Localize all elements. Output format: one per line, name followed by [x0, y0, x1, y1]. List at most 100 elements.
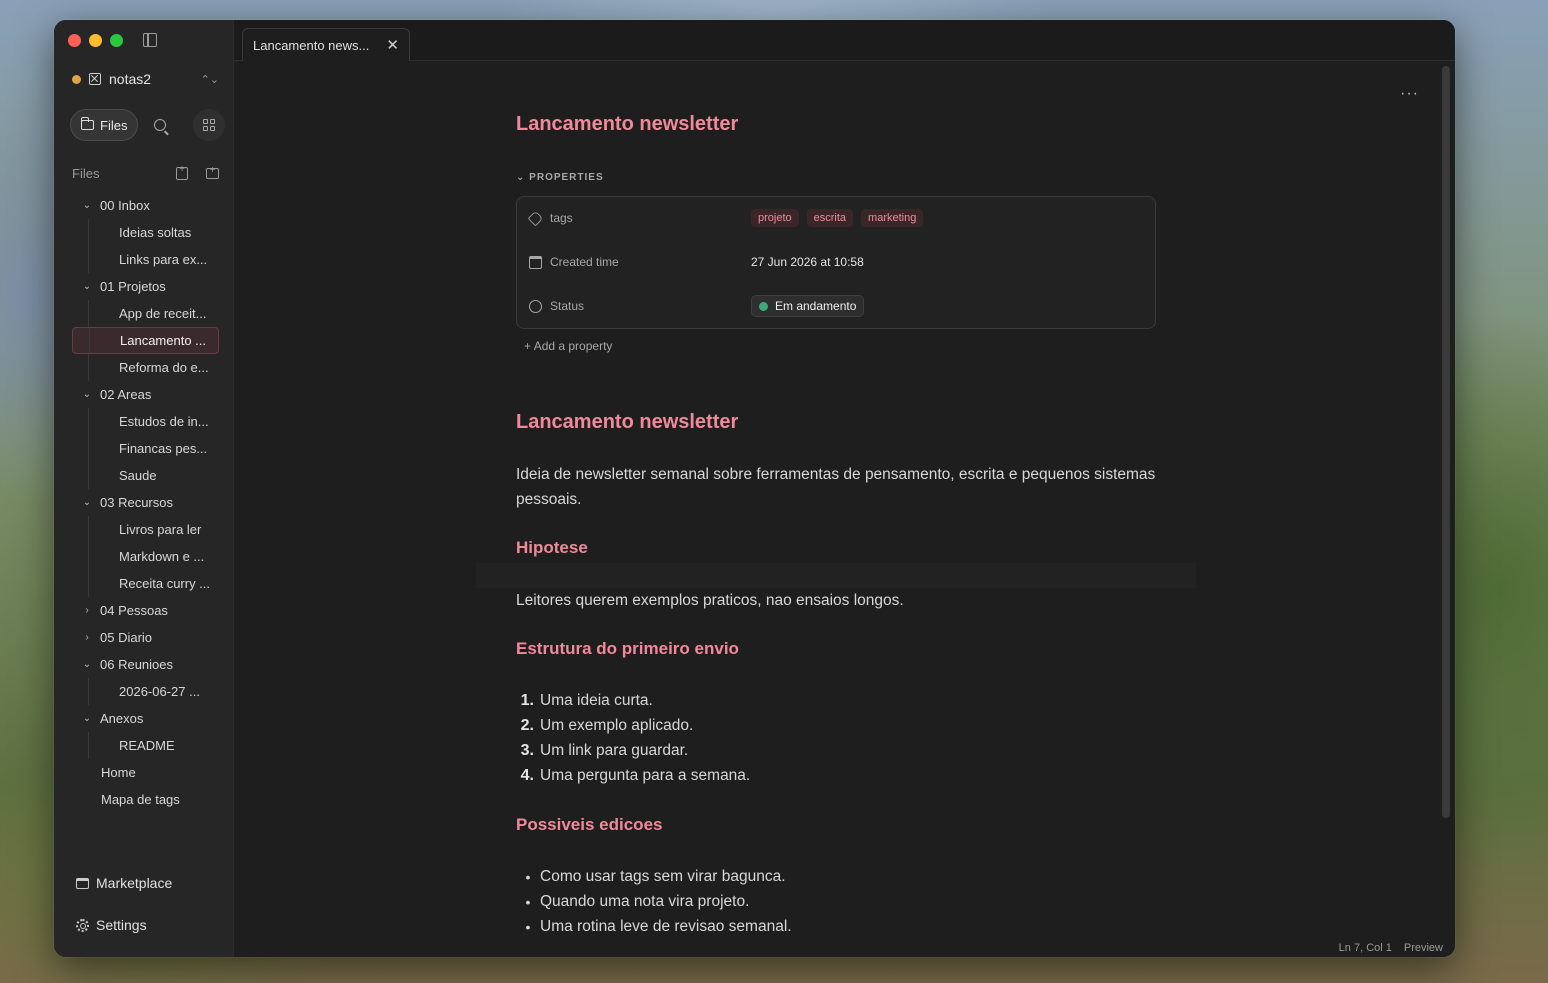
chevron-down-icon: ⌄ — [82, 389, 92, 400]
tree-file[interactable]: Saude — [72, 462, 219, 489]
property-value-created[interactable]: 27 Jun 2026 at 10:58 — [751, 255, 864, 269]
list-item-text: Uma rotina leve de revisao semanal. — [540, 917, 792, 935]
sidebar-nav: Files — [70, 108, 225, 142]
chevron-right-icon: › — [85, 632, 89, 643]
tree-item-label: 00 Inbox — [100, 198, 150, 213]
tag-pill[interactable]: escrita — [806, 209, 854, 227]
property-key-tags: tags — [550, 211, 573, 225]
app-window: notas2 ⌃⌄ Files Files ⌄ 00 Inbox Ideias so… — [54, 20, 1455, 957]
status-badge[interactable]: Em andamento — [751, 295, 865, 317]
list-item: • Como usar tags sem virar bagunca. — [516, 864, 1156, 889]
tree-file[interactable]: Mapa de tags — [72, 786, 219, 813]
tree-file[interactable]: 2026-06-27 ... — [72, 678, 219, 705]
tree-item-label: App de receit... — [119, 306, 207, 321]
settings-label: Settings — [96, 917, 147, 933]
chevron-down-icon: ⌄ — [516, 172, 530, 183]
search-icon[interactable] — [154, 119, 167, 131]
property-value-tags[interactable]: projeto escrita marketing — [751, 209, 924, 227]
add-property-button[interactable]: + Add a property — [524, 339, 612, 353]
tab-current-note[interactable]: Lancamento news... ✕ — [242, 28, 410, 61]
chevron-right-icon: › — [85, 605, 89, 616]
sidebar-toggle-icon[interactable] — [143, 33, 157, 47]
chevron-updown-icon: ⌃⌄ — [200, 73, 219, 86]
list-item-text: Uma ideia curta. — [540, 691, 653, 709]
more-options-icon[interactable]: ··· — [1400, 85, 1419, 103]
vault-icon — [89, 73, 101, 85]
list-item: 4. Uma pergunta para a semana. — [516, 763, 1156, 788]
list-item: 3. Um link para guardar. — [516, 738, 1156, 763]
tag-pill[interactable]: marketing — [861, 209, 924, 227]
tree-file[interactable]: README — [72, 732, 219, 759]
tree-item-label: Mapa de tags — [101, 792, 180, 807]
new-folder-icon[interactable] — [206, 165, 219, 179]
folder-icon — [80, 117, 94, 130]
tree-item-label: Home — [101, 765, 136, 780]
vault-status-dot — [72, 74, 81, 84]
new-note-icon[interactable] — [176, 164, 188, 180]
ordered-list: 1. Uma ideia curta. 2. Um exemplo aplicado.… — [516, 688, 1156, 788]
tree-item-label: Anexos — [100, 711, 144, 726]
tree-folder[interactable]: ⌄ 01 Projetos — [72, 273, 219, 300]
files-button[interactable]: Files — [70, 109, 139, 141]
heading-estrutura: Estrutura do primeiro envio — [516, 639, 739, 658]
tree-file[interactable]: Home — [72, 759, 219, 786]
properties-header[interactable]: ⌄ PROPERTIES — [516, 172, 604, 183]
tree-item-label: Markdown e ... — [119, 549, 205, 564]
tree-file[interactable]: Ideias soltas — [72, 219, 219, 246]
list-item-text: Como usar tags sem virar bagunca. — [540, 867, 786, 885]
tree-file[interactable]: Estudos de in... — [72, 408, 219, 435]
tree-file[interactable]: Lancamento ... — [72, 327, 219, 354]
minimize-window-button[interactable] — [89, 34, 102, 47]
close-window-button[interactable] — [68, 34, 81, 47]
tree-item-label: Links para ex... — [119, 252, 208, 267]
list-number: 3. — [520, 741, 534, 759]
paragraph-hipotese: Leitores querem exemplos praticos, nao e… — [516, 592, 904, 609]
property-created-time: Created time 27 Jun 2026 at 10:58 — [529, 250, 1143, 274]
tree-folder[interactable]: ⌄ Anexos — [72, 705, 219, 732]
chevron-down-icon: ⌄ — [82, 713, 92, 724]
properties-header-label: PROPERTIES — [529, 172, 604, 183]
list-number: 2. — [520, 716, 534, 734]
view-mode[interactable]: Preview — [1404, 942, 1443, 954]
bullet-icon: • — [525, 918, 531, 935]
tree-folder[interactable]: ⌄ 00 Inbox — [72, 192, 219, 219]
vault-switcher[interactable]: notas2 ⌃⌄ — [72, 68, 219, 90]
grid-icon[interactable] — [193, 109, 225, 141]
marketplace-link[interactable]: Marketplace — [76, 875, 219, 891]
tree-file[interactable]: Markdown e ... — [72, 543, 219, 570]
close-icon[interactable]: ✕ — [386, 36, 399, 54]
tree-file[interactable]: Receita curry ... — [72, 570, 219, 597]
active-line-highlight — [476, 563, 1196, 588]
tree-file[interactable]: Reforma do e... — [72, 354, 219, 381]
tree-item-label: 04 Pessoas — [100, 603, 168, 618]
tree-folder[interactable]: ⌄ 03 Recursos — [72, 489, 219, 516]
tree-file[interactable]: Livros para ler — [72, 516, 219, 543]
tree-item-label: 01 Projetos — [100, 279, 166, 294]
tree-folder[interactable]: ⌄ 02 Areas — [72, 381, 219, 408]
tree-folder[interactable]: ⌄ 06 Reunioes — [72, 651, 219, 678]
list-item: • Uma rotina leve de revisao semanal. — [516, 914, 1156, 939]
list-number: 4. — [520, 766, 534, 784]
note-title[interactable]: Lancamento newsletter — [516, 113, 738, 136]
file-tree: ⌄ 00 Inbox Ideias soltas Links para ex... ⌄ 0… — [72, 192, 219, 813]
scrollbar[interactable] — [1442, 66, 1450, 818]
tree-item-label: Saude — [119, 468, 157, 483]
tree-item-label: Lancamento ... — [120, 333, 206, 348]
tree-file[interactable]: App de receit... — [72, 300, 219, 327]
status-label: Em andamento — [775, 299, 857, 313]
tree-item-label: Estudos de in... — [119, 414, 209, 429]
tree-file[interactable]: Links para ex... — [72, 246, 219, 273]
list-item-text: Um exemplo aplicado. — [540, 716, 694, 734]
zoom-window-button[interactable] — [110, 34, 123, 47]
files-button-label: Files — [100, 117, 128, 133]
tree-folder[interactable]: › 05 Diario — [72, 624, 219, 651]
tree-item-label: Ideias soltas — [119, 225, 192, 240]
tree-folder[interactable]: › 04 Pessoas — [72, 597, 219, 624]
tree-file[interactable]: Financas pes... — [72, 435, 219, 462]
tree-item-label: Reforma do e... — [119, 360, 209, 375]
settings-link[interactable]: Settings — [76, 917, 219, 933]
list-item-text: Um link para guardar. — [540, 741, 689, 759]
files-section-label: Files — [72, 165, 100, 181]
tag-pill[interactable]: projeto — [751, 209, 799, 227]
files-section-header: Files — [72, 164, 219, 182]
